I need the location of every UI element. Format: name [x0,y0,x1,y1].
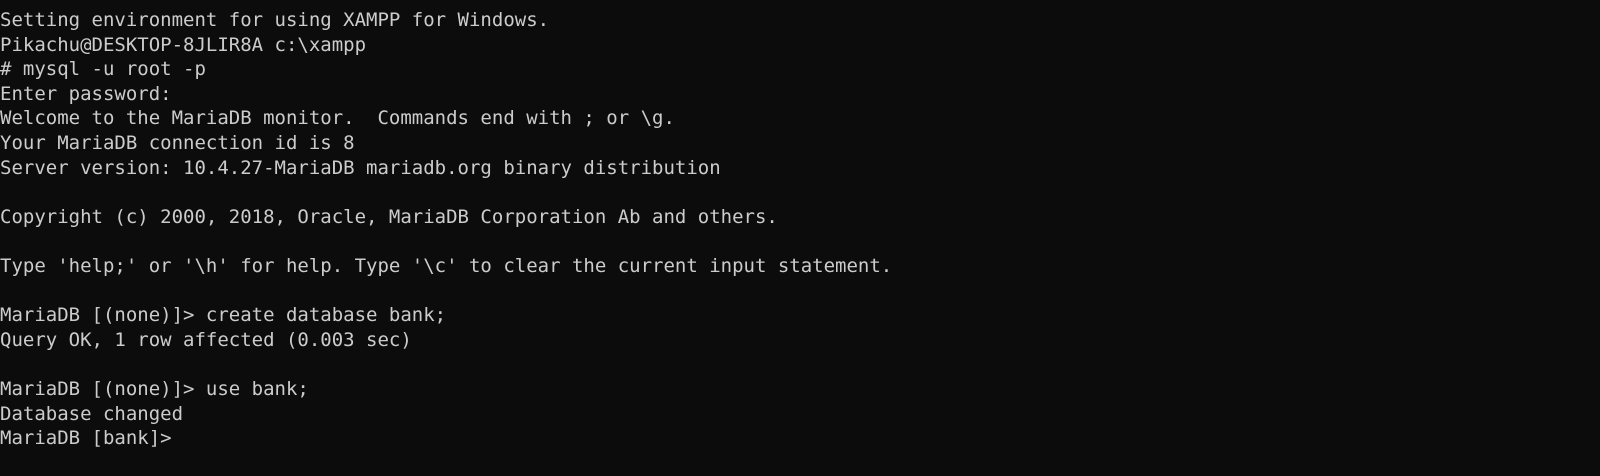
command-line-create-database: MariaDB [(none)]> create database bank; [0,304,447,327]
command-line-use-bank: MariaDB [(none)]> use bank; [0,377,309,400]
prompt-label: MariaDB [bank]> [0,427,172,450]
output-line-help: Type 'help;' or '\h' for help. Type '\c'… [0,254,893,277]
active-prompt-line[interactable]: MariaDB [bank]> [0,426,1600,451]
output-line-password: Enter password: [0,82,172,105]
output-line-database-changed: Database changed [0,402,184,425]
output-line-connection-id: Your MariaDB connection id is 8 [0,131,355,154]
output-line-user-path: Pikachu@DESKTOP-8JLIR8A c:\xampp [0,33,367,56]
output-line-env: Setting environment for using XAMPP for … [0,9,550,31]
output-line-welcome: Welcome to the MariaDB monitor. Commands… [0,107,675,130]
output-line-server-version: Server version: 10.4.27-MariaDB mariadb.… [0,156,721,179]
output-line-query-ok: Query OK, 1 row affected (0.003 sec) [0,328,412,351]
output-line-copyright: Copyright (c) 2000, 2018, Oracle, MariaD… [0,205,778,228]
terminal-window[interactable]: Setting environment for using XAMPP for … [0,0,1600,476]
command-line-mysql: # mysql -u root -p [0,58,206,81]
